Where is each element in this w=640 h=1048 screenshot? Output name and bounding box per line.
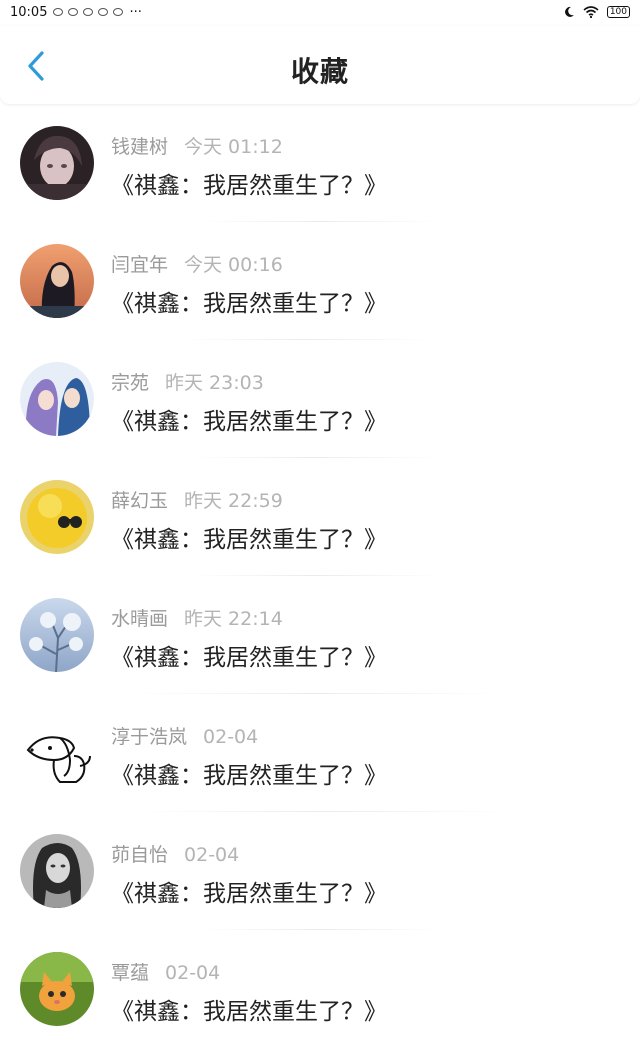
favorite-item[interactable]: 薛幻玉 昨天 22:59 《祺鑫：我居然重生了？》: [0, 458, 640, 576]
item-meta: 宗苑 昨天 23:03: [111, 368, 264, 395]
item-content: 《祺鑫：我居然重生了？》: [111, 881, 387, 907]
timestamp: 02-04: [203, 726, 259, 748]
notification-icon: [68, 8, 79, 16]
notification-icon: [98, 8, 109, 16]
timestamp: 昨天 22:14: [184, 608, 283, 630]
avatar[interactable]: [20, 716, 94, 790]
status-left: 10:05 ···: [10, 5, 142, 20]
item-meta: 覃蕴 02-04: [111, 958, 220, 985]
page-title: 收藏: [290, 55, 349, 88]
avatar[interactable]: [20, 244, 94, 318]
author-name: 宗苑: [111, 372, 150, 394]
avatar[interactable]: [20, 480, 94, 554]
timestamp: 昨天 23:03: [165, 372, 264, 394]
notification-icon: [53, 8, 64, 16]
item-meta: 茆自怡 02-04: [111, 840, 239, 867]
timestamp: 昨天 22:59: [184, 490, 283, 512]
notification-icon: [113, 8, 124, 16]
wifi-icon: [583, 6, 599, 18]
moon-icon: [564, 6, 574, 17]
item-meta: 水晴画 昨天 22:14: [111, 604, 283, 631]
author-name: 覃蕴: [111, 962, 150, 984]
author-name: 钱建树: [111, 136, 169, 158]
author-name: 水晴画: [111, 608, 169, 630]
item-content: 《祺鑫：我居然重生了？》: [111, 409, 387, 435]
more-notifications: ···: [129, 4, 142, 20]
timestamp: 02-04: [165, 962, 221, 984]
item-content: 《祺鑫：我居然重生了？》: [111, 999, 387, 1025]
author-name: 薛幻玉: [111, 490, 169, 512]
favorite-item[interactable]: 钱建树 今天 01:12 《祺鑫：我居然重生了？》: [0, 104, 640, 222]
timestamp: 02-04: [184, 844, 240, 866]
avatar[interactable]: [20, 598, 94, 672]
item-meta: 淳于浩岚 02-04: [111, 722, 258, 749]
favorite-item[interactable]: 茆自怡 02-04 《祺鑫：我居然重生了？》: [0, 812, 640, 930]
header: 收藏: [0, 26, 640, 104]
item-content: 《祺鑫：我居然重生了？》: [111, 173, 387, 199]
item-meta: 钱建树 今天 01:12: [111, 132, 283, 159]
favorite-item[interactable]: 水晴画 昨天 22:14 《祺鑫：我居然重生了？》: [0, 576, 640, 694]
timestamp: 今天 01:12: [184, 136, 283, 158]
avatar[interactable]: [20, 362, 94, 436]
item-meta: 薛幻玉 昨天 22:59: [111, 486, 283, 513]
item-content: 《祺鑫：我居然重生了？》: [111, 645, 387, 671]
avatar[interactable]: [20, 952, 94, 1026]
status-right: 100: [563, 6, 630, 18]
item-content: 《祺鑫：我居然重生了？》: [111, 527, 387, 553]
timestamp: 今天 00:16: [184, 254, 283, 276]
item-content: 《祺鑫：我居然重生了？》: [111, 291, 387, 317]
author-name: 淳于浩岚: [111, 726, 188, 748]
item-content: 《祺鑫：我居然重生了？》: [111, 763, 387, 789]
notification-icon: [83, 8, 94, 16]
item-meta: 闫宜年 今天 00:16: [111, 250, 283, 277]
favorite-item[interactable]: 淳于浩岚 02-04 《祺鑫：我居然重生了？》: [0, 694, 640, 812]
favorites-list: 钱建树 今天 01:12 《祺鑫：我居然重生了？》 闫宜年 今天 00:16 《祺鑫…: [0, 104, 640, 1048]
favorite-item[interactable]: 覃蕴 02-04 《祺鑫：我居然重生了？》: [0, 930, 640, 1048]
avatar[interactable]: [20, 834, 94, 908]
avatar[interactable]: [20, 126, 94, 200]
favorite-item[interactable]: 闫宜年 今天 00:16 《祺鑫：我居然重生了？》: [0, 222, 640, 340]
author-name: 闫宜年: [111, 254, 169, 276]
author-name: 茆自怡: [111, 844, 169, 866]
clock: 10:05: [10, 4, 48, 20]
battery-icon: 100: [606, 6, 630, 18]
notification-icons: [53, 8, 124, 16]
status-bar: 10:05 ··· 100: [0, 0, 640, 24]
favorite-item[interactable]: 宗苑 昨天 23:03 《祺鑫：我居然重生了？》: [0, 340, 640, 458]
